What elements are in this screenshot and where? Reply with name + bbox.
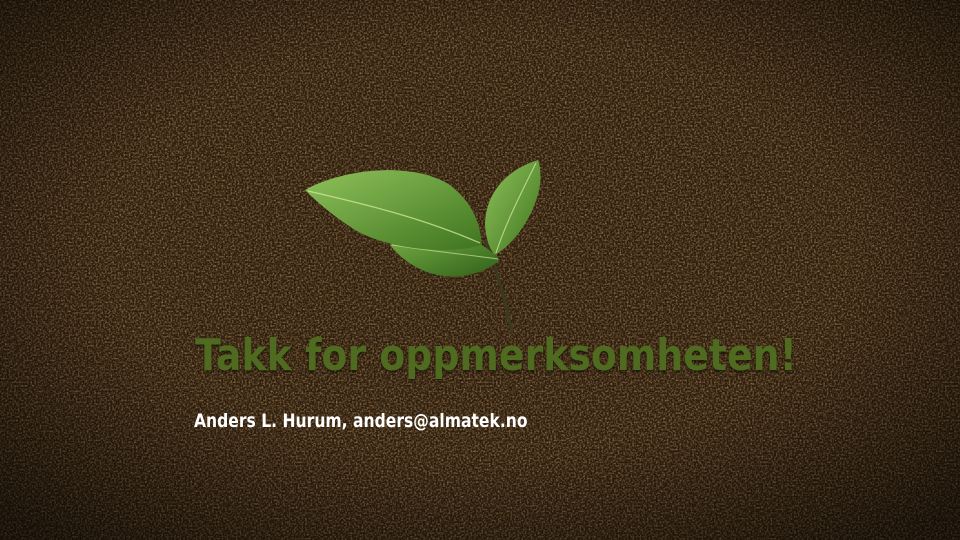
sprout-icon [305, 160, 541, 334]
slide: Takk for oppmerksomheten! Anders L. Huru… [0, 0, 960, 540]
author-contact: Anders L. Hurum, anders@almatek.no [194, 410, 528, 432]
slide-title: Takk for oppmerksomheten! [195, 330, 797, 381]
